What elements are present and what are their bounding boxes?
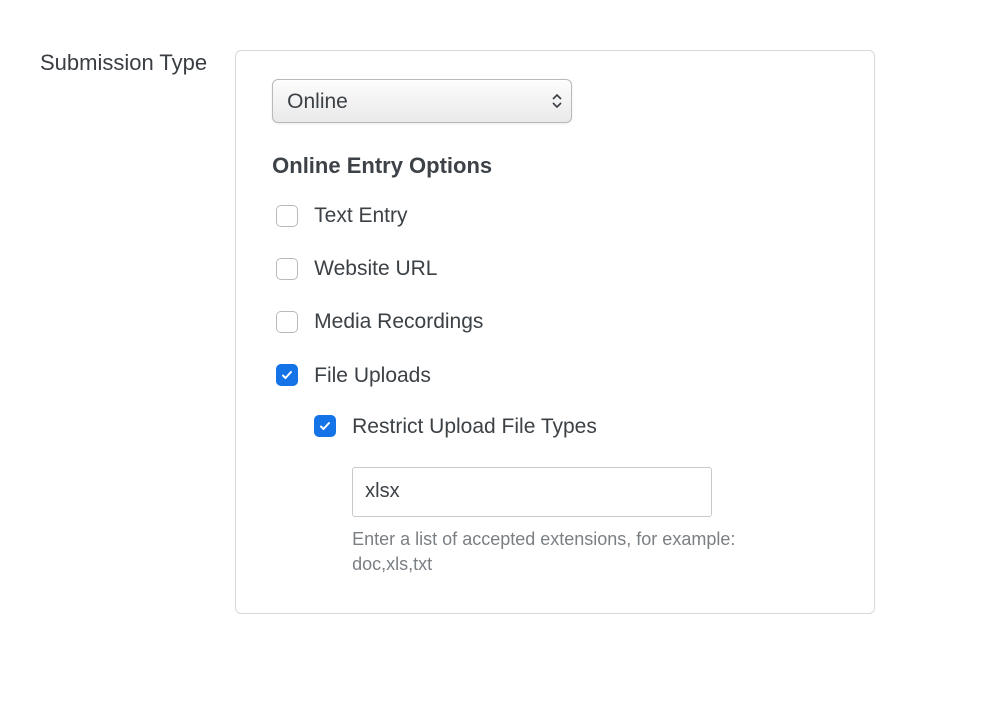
extensions-hint: Enter a list of accepted extensions, for… [352,527,792,577]
option-media-recordings: Media Recordings [276,309,838,334]
entry-options-list: Text Entry Website URL Med [276,203,838,577]
submission-type-select-wrap: Online [272,79,572,123]
section-heading: Online Entry Options [272,153,838,179]
option-website-url: Website URL [276,256,838,281]
label-website-url: Website URL [314,256,437,281]
option-file-uploads: File Uploads [276,363,838,388]
extensions-input[interactable] [352,467,712,517]
option-restrict-types: Restrict Upload File Types [314,414,838,439]
label-restrict-types: Restrict Upload File Types [352,414,597,439]
file-uploads-nested: Restrict Upload File Types Enter a list … [314,414,838,578]
field-label: Submission Type [40,50,207,76]
option-text-entry: Text Entry [276,203,838,228]
submission-type-select[interactable]: Online [272,79,572,123]
label-media-recordings: Media Recordings [314,309,483,334]
label-text-entry: Text Entry [314,203,407,228]
submission-type-panel: Online Online Entry Options Text Entry [235,50,875,614]
label-file-uploads: File Uploads [314,363,431,388]
extensions-field: Enter a list of accepted extensions, for… [352,467,838,577]
